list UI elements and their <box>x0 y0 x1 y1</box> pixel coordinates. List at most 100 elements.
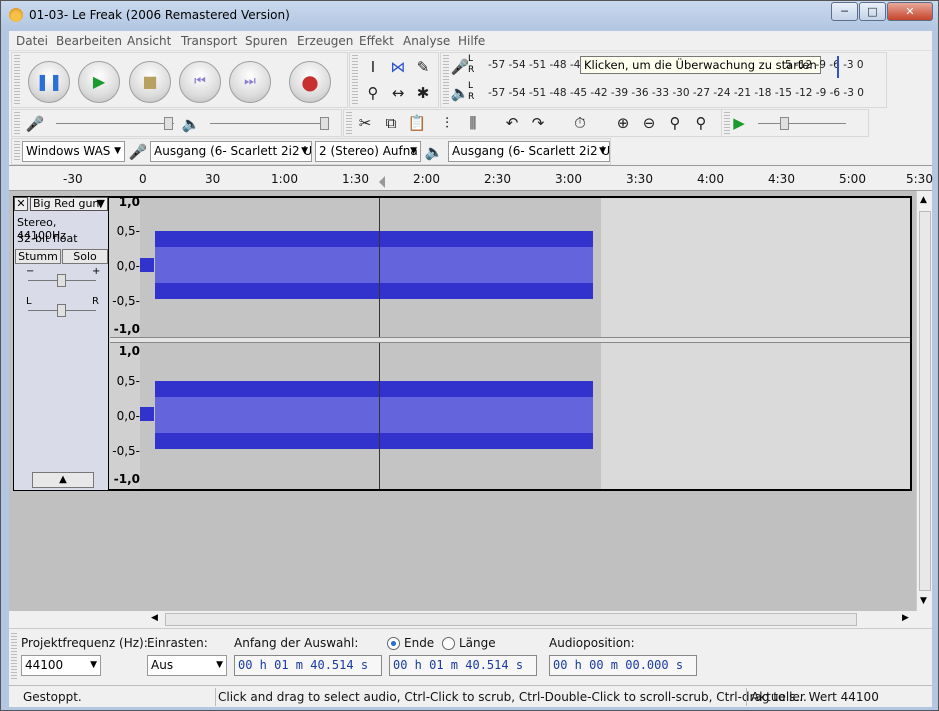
play-head-marker[interactable] <box>379 176 385 188</box>
recording-channels-select[interactable]: 2 (Stereo) Aufna ▼ <box>315 141 421 162</box>
end-radio[interactable] <box>387 637 400 650</box>
record-meter-peak <box>837 56 839 78</box>
play-button[interactable]: ▶ <box>78 61 120 103</box>
project-rate-select[interactable]: 44100 ▼ <box>21 655 101 676</box>
vertical-scrollbar[interactable]: ▲ ▼ <box>916 191 932 611</box>
silence-icon[interactable]: ⫼ <box>462 112 484 134</box>
toolbar-grip[interactable] <box>14 141 20 162</box>
waveform-intro <box>140 407 154 421</box>
toolbar-grip[interactable] <box>11 633 17 679</box>
speed-thumb[interactable] <box>780 117 789 130</box>
pause-button[interactable]: ❚❚ <box>28 61 70 103</box>
output-volume-thumb[interactable] <box>320 117 329 130</box>
zoom-in-icon[interactable]: ⊕ <box>612 112 634 134</box>
close-button[interactable]: ✕ <box>887 2 933 21</box>
ruler-label: 4:30 <box>768 172 795 186</box>
track-name-menu[interactable]: Big Red gun ▼ <box>30 197 108 211</box>
maximize-button[interactable]: □ <box>859 2 886 21</box>
copy-icon[interactable]: ⧉ <box>380 112 402 134</box>
gain-slider-thumb[interactable] <box>57 274 66 287</box>
menu-ansicht[interactable]: Ansicht <box>127 34 171 48</box>
toolbar-grip[interactable] <box>14 112 20 134</box>
tools-toolbar: I ⋈ ✎ ⚲ ↔ ✱ <box>349 52 439 108</box>
trim-icon[interactable]: ⫶ <box>436 112 458 134</box>
scroll-down-icon[interactable]: ▼ <box>920 596 927 606</box>
audio-host-select[interactable]: Windows WAS ▼ <box>22 141 125 162</box>
stop-button[interactable]: ■ <box>129 61 171 103</box>
transport-toolbar: ❚❚ ▶ ■ ⏮ ⏭ ● <box>11 52 348 108</box>
menu-spuren[interactable]: Spuren <box>245 34 288 48</box>
menu-analyse[interactable]: Analyse <box>403 34 450 48</box>
toolbar-grip[interactable] <box>352 55 358 105</box>
skip-end-icon: ⏭ <box>244 74 256 89</box>
menu-effekt[interactable]: Effekt <box>359 34 394 48</box>
empty-track-region[interactable] <box>601 343 910 489</box>
menu-datei[interactable]: Datei <box>16 34 48 48</box>
skip-end-button[interactable]: ⏭ <box>229 61 271 103</box>
timeshift-tool-icon[interactable]: ↔ <box>387 82 409 104</box>
horizontal-scroll-thumb[interactable] <box>165 613 857 626</box>
length-radio[interactable] <box>442 637 455 650</box>
pan-slider-thumb[interactable] <box>57 304 66 317</box>
paste-icon[interactable]: 📋 <box>406 112 428 134</box>
skip-start-button[interactable]: ⏮ <box>179 61 221 103</box>
menu-erzeugen[interactable]: Erzeugen <box>297 34 353 48</box>
audio-position-label: Audioposition: <box>549 636 635 650</box>
recording-device-select[interactable]: Ausgang (6- Scarlett 2i2 US ▼ <box>150 141 312 162</box>
gain-plus-label: + <box>92 266 101 277</box>
snap-select[interactable]: Aus ▼ <box>147 655 227 676</box>
vertical-scroll-thumb[interactable] <box>919 211 931 591</box>
record-meter-scale[interactable]: -57 -54 -51 -48 -4 <box>488 59 580 79</box>
menu-transport[interactable]: Transport <box>181 34 237 48</box>
recording-device-icon: 🎤 <box>128 143 148 161</box>
toolbar-grip[interactable] <box>14 55 20 105</box>
playback-device-icon: 🔈 <box>424 143 444 161</box>
solo-button[interactable]: Solo <box>62 249 108 264</box>
output-volume-slider[interactable] <box>210 123 328 124</box>
scroll-left-icon[interactable]: ◀ <box>151 613 158 623</box>
input-volume-thumb[interactable] <box>164 117 173 130</box>
undo-icon[interactable]: ↶ <box>501 112 523 134</box>
playback-device-select[interactable]: Ausgang (6- Scarlett 2i2 US ▼ <box>448 141 610 162</box>
selection-start-time[interactable]: 00 h 01 m 40.514 s <box>234 655 382 676</box>
multi-tool-icon[interactable]: ✱ <box>412 82 434 104</box>
horizontal-scrollbar[interactable]: ◀ ▶ <box>149 611 916 628</box>
sync-lock-icon[interactable]: ⏱ <box>569 112 591 134</box>
redo-icon[interactable]: ↷ <box>527 112 549 134</box>
menu-bearbeiten[interactable]: Bearbeiten <box>56 34 122 48</box>
toolbar-grip[interactable] <box>346 112 352 134</box>
edit-toolbar: ✂ ⧉ 📋 ⫶ ⫼ ↶ ↷ ⏱ ⊕ ⊖ ⚲ ⚲ <box>343 109 747 137</box>
zoom-tool-icon[interactable]: ⚲ <box>362 82 384 104</box>
cut-icon[interactable]: ✂ <box>354 112 376 134</box>
fit-project-icon[interactable]: ⚲ <box>690 112 712 134</box>
track-close-button[interactable]: ✕ <box>14 197 28 211</box>
ruler-label: 2:00 <box>413 172 440 186</box>
audio-position-time[interactable]: 00 h 00 m 00.000 s <box>549 655 697 676</box>
mute-button[interactable]: Stumm <box>15 249 61 264</box>
play-icon: ▶ <box>92 72 106 91</box>
scroll-right-icon[interactable]: ▶ <box>902 613 909 623</box>
empty-track-region[interactable] <box>601 198 910 337</box>
selection-tool-icon[interactable]: I <box>362 56 384 78</box>
fit-selection-icon[interactable]: ⚲ <box>664 112 686 134</box>
minimize-button[interactable]: ─ <box>831 2 858 21</box>
window-title: 01-03- Le Freak (2006 Remastered Version… <box>29 8 290 22</box>
track-area[interactable]: ✕ Big Red gun ▼ Stereo, 44100Hz 32-bit fl… <box>9 191 916 611</box>
timeline-ruler[interactable]: -30 0 30 1:00 1:30 2:00 2:30 3:00 3:30 4… <box>9 165 933 191</box>
draw-tool-icon[interactable]: ✎ <box>412 56 434 78</box>
waveform-rms-right <box>155 397 593 433</box>
selection-end-time[interactable]: 00 h 01 m 40.514 s <box>389 655 537 676</box>
input-volume-slider[interactable] <box>56 123 174 124</box>
zoom-out-icon[interactable]: ⊖ <box>638 112 660 134</box>
play-meter-scale[interactable]: -57 -54 -51 -48 -45 -42 -39 -36 -33 -30 … <box>488 87 864 107</box>
meter-toolbar: 🎤 L R -57 -54 -51 -48 -4 Klicken, um die… <box>440 52 887 108</box>
envelope-tool-icon[interactable]: ⋈ <box>387 56 409 78</box>
speed-slider[interactable] <box>758 123 846 124</box>
record-button[interactable]: ● <box>289 61 331 103</box>
scale-label: 1,0 <box>118 195 140 209</box>
play-at-speed-icon[interactable]: ▶ <box>728 112 750 134</box>
menu-hilfe[interactable]: Hilfe <box>458 34 485 48</box>
snap-label: Einrasten: <box>147 636 208 650</box>
collapse-track-button[interactable]: ▲ <box>32 472 94 488</box>
scroll-up-icon[interactable]: ▲ <box>920 195 927 205</box>
